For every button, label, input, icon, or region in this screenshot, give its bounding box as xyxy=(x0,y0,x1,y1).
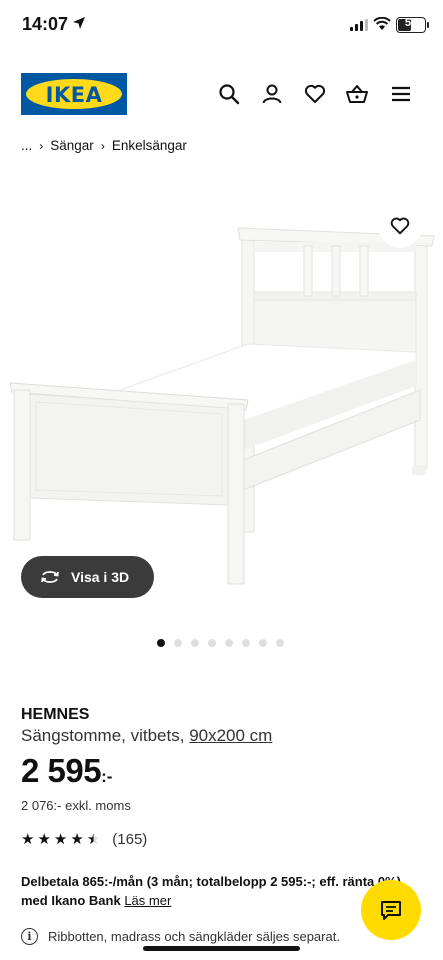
rating-stars: ★ ★ ★ ★ ★ xyxy=(21,832,100,847)
battery-level: 50 xyxy=(404,17,418,29)
carousel-dot[interactable] xyxy=(157,639,165,647)
image-carousel-indicator xyxy=(157,639,284,647)
review-count: (165) xyxy=(112,831,148,848)
product-price: 2 595:- xyxy=(21,752,112,790)
breadcrumb-ellipsis[interactable]: ... xyxy=(21,138,32,153)
read-more-link[interactable]: Läs mer xyxy=(124,893,171,908)
chat-button[interactable] xyxy=(361,880,421,940)
star-icon: ★ xyxy=(21,831,35,848)
star-icon: ★ xyxy=(53,831,68,848)
breadcrumb-item-sangar[interactable]: Sängar xyxy=(50,138,94,153)
status-bar: 14:07 50 xyxy=(0,0,443,52)
user-icon[interactable] xyxy=(260,82,284,106)
product-name: HEMNES xyxy=(21,706,90,723)
star-icon: ★ xyxy=(86,831,101,848)
chevron-right-icon: › xyxy=(100,138,105,153)
search-icon[interactable] xyxy=(217,82,241,106)
carousel-dot[interactable] xyxy=(174,639,182,647)
product-rating[interactable]: ★ ★ ★ ★ ★ (165) xyxy=(21,831,147,848)
carousel-dot[interactable] xyxy=(225,639,233,647)
view-in-3d-label: Visa i 3D xyxy=(71,569,130,585)
heart-icon xyxy=(390,217,410,235)
bed-footboard xyxy=(9,382,249,585)
cart-icon[interactable] xyxy=(345,82,369,106)
location-arrow-icon xyxy=(73,17,85,29)
star-icon: ★ xyxy=(37,831,51,848)
info-notice: i Ribbotten, madrass och sängkläder sälj… xyxy=(21,928,340,945)
home-indicator xyxy=(143,946,300,951)
product-description: Sängstomme, vitbets, 90x200 cm xyxy=(21,726,273,745)
carousel-dot[interactable] xyxy=(259,639,267,647)
rotate-3d-icon xyxy=(41,571,59,583)
breadcrumb-item-enkelsangar[interactable]: Enkelsängar xyxy=(112,138,187,153)
battery-icon: 50 xyxy=(396,17,426,33)
add-to-favorites-button[interactable] xyxy=(378,204,422,248)
heart-icon[interactable] xyxy=(303,82,327,106)
info-icon: i xyxy=(21,928,38,945)
carousel-dot[interactable] xyxy=(242,639,250,647)
view-in-3d-button[interactable]: Visa i 3D xyxy=(21,556,154,598)
ikea-logo[interactable]: IKEA xyxy=(21,73,127,115)
price-value: 2 595 xyxy=(21,752,102,789)
carousel-dot[interactable] xyxy=(208,639,216,647)
price-suffix: :- xyxy=(101,767,113,786)
carousel-dot[interactable] xyxy=(276,639,284,647)
chat-icon xyxy=(381,901,401,920)
price-excl-vat: 2 076:- exkl. moms xyxy=(21,798,131,813)
breadcrumb: ... › Sängar › Enkelsängar xyxy=(21,138,187,153)
carousel-dot[interactable] xyxy=(191,639,199,647)
info-notice-text: Ribbotten, madrass och sängkläder säljes… xyxy=(48,929,340,944)
status-time: 14:07 xyxy=(22,14,69,34)
size-link[interactable]: 90x200 cm xyxy=(189,726,272,745)
menu-icon[interactable] xyxy=(389,82,413,106)
signal-icon xyxy=(350,19,368,31)
wifi-icon xyxy=(373,17,391,30)
star-icon: ★ xyxy=(70,831,84,848)
chevron-right-icon: › xyxy=(39,138,44,153)
site-header: IKEA xyxy=(0,70,443,118)
